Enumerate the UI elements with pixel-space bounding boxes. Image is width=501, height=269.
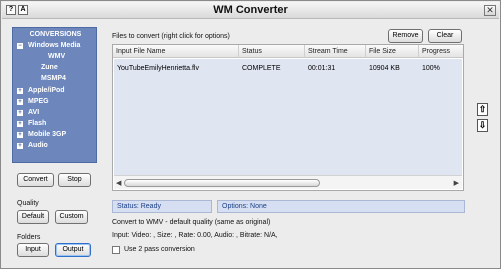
expand-icon[interactable]: + bbox=[17, 110, 23, 116]
tree-item-mobile-3gp[interactable]: + Mobile 3GP bbox=[13, 130, 98, 140]
tree-item-label: Flash bbox=[28, 120, 47, 127]
progress-cell: 100% bbox=[422, 65, 440, 72]
tree-item-label: Audio bbox=[28, 142, 48, 149]
file-name-cell: YouTubeEmilyHenrietta.flv bbox=[117, 65, 199, 72]
input-folder-button[interactable]: Input bbox=[17, 243, 49, 257]
file-list[interactable]: Input File Name Status Stream Time File … bbox=[112, 44, 464, 191]
expand-icon[interactable]: + bbox=[17, 132, 23, 138]
column-header[interactable]: File Size bbox=[366, 45, 419, 58]
horizontal-scrollbar[interactable]: ◀ ▶ bbox=[114, 175, 462, 189]
tree-item-label: Apple/iPod bbox=[28, 87, 65, 94]
expand-icon[interactable]: + bbox=[17, 121, 23, 127]
clear-button[interactable]: Clear bbox=[428, 29, 462, 43]
tree-item-label: Windows Media bbox=[28, 42, 81, 49]
stream-time-cell: 00:01:31 bbox=[308, 65, 336, 72]
tree-item-mpeg[interactable]: + MPEG bbox=[13, 97, 98, 107]
status-cell: COMPLETE bbox=[242, 65, 281, 72]
default-quality-button[interactable]: Default bbox=[17, 210, 49, 224]
scroll-thumb[interactable] bbox=[124, 179, 320, 187]
expand-icon[interactable]: + bbox=[17, 99, 23, 105]
tree-item-msmp4[interactable]: MSMP4 bbox=[13, 74, 98, 84]
tree-header-label: CONVERSIONS bbox=[29, 31, 82, 38]
files-to-convert-label: Files to convert (right click for option… bbox=[112, 33, 230, 40]
tree-item-label: Zune bbox=[41, 64, 58, 71]
folders-label: Folders bbox=[17, 234, 41, 241]
scroll-left-icon[interactable]: ◀ bbox=[116, 179, 121, 187]
window-title: WM Converter bbox=[213, 4, 288, 16]
options-text: Options: None bbox=[217, 200, 465, 213]
list-body[interactable]: YouTubeEmilyHenrietta.flv COMPLETE 00:01… bbox=[114, 59, 462, 175]
scroll-right-icon[interactable]: ▶ bbox=[454, 179, 459, 187]
column-header[interactable]: Progress bbox=[419, 45, 463, 58]
stop-button[interactable]: Stop bbox=[58, 173, 91, 187]
file-size-cell: 10904 KB bbox=[369, 65, 400, 72]
tree-item-label: AVI bbox=[28, 109, 40, 116]
two-pass-checkbox[interactable] bbox=[112, 246, 120, 254]
input-info: Input: Video: , Size: , Rate: 0.00, Audi… bbox=[112, 232, 278, 239]
quality-label: Quality bbox=[17, 200, 39, 207]
tree-item-audio[interactable]: + Audio bbox=[13, 141, 98, 151]
tree-item-label: MPEG bbox=[28, 98, 49, 105]
tree-item-zune[interactable]: Zune bbox=[13, 63, 98, 73]
convert-info: Convert to WMV - default quality (same a… bbox=[112, 219, 271, 226]
tree-item-label: MSMP4 bbox=[41, 75, 66, 82]
list-header: Input File Name Status Stream Time File … bbox=[113, 45, 463, 58]
conversions-tree[interactable]: CONVERSIONS − Windows Media WMV Zune MSM… bbox=[12, 27, 97, 163]
tree-header: CONVERSIONS bbox=[13, 30, 98, 40]
tree-item-apple-ipod[interactable]: + Apple/iPod bbox=[13, 86, 98, 96]
tree-item-label: WMV bbox=[48, 53, 66, 60]
output-folder-button[interactable]: Output bbox=[55, 243, 91, 257]
close-icon[interactable]: ✕ bbox=[484, 5, 496, 16]
custom-quality-button[interactable]: Custom bbox=[55, 210, 88, 224]
move-down-icon[interactable]: ⇩ bbox=[477, 119, 488, 132]
tree-item-windows-media[interactable]: − Windows Media bbox=[13, 41, 98, 51]
status-text: Status: Ready bbox=[112, 200, 212, 213]
move-up-icon[interactable]: ⇧ bbox=[477, 103, 488, 116]
title-bar: ? A WM Converter ✕ bbox=[2, 2, 499, 19]
tree-item-wmv[interactable]: WMV bbox=[13, 52, 98, 62]
two-pass-label: Use 2 pass conversion bbox=[124, 246, 195, 253]
collapse-icon[interactable]: − bbox=[17, 43, 23, 49]
app-window: ? A WM Converter ✕ CONVERSIONS − Windows… bbox=[0, 0, 501, 269]
table-row[interactable]: YouTubeEmilyHenrietta.flv COMPLETE 00:01… bbox=[114, 63, 462, 74]
remove-button[interactable]: Remove bbox=[388, 29, 423, 43]
column-header[interactable]: Status bbox=[239, 45, 305, 58]
tree-item-avi[interactable]: + AVI bbox=[13, 108, 98, 118]
expand-icon[interactable]: + bbox=[17, 88, 23, 94]
tree-item-label: Mobile 3GP bbox=[28, 131, 67, 138]
convert-button[interactable]: Convert bbox=[17, 173, 54, 187]
column-header[interactable]: Stream Time bbox=[305, 45, 366, 58]
expand-icon[interactable]: + bbox=[17, 143, 23, 149]
column-header[interactable]: Input File Name bbox=[113, 45, 239, 58]
tree-item-flash[interactable]: + Flash bbox=[13, 119, 98, 129]
